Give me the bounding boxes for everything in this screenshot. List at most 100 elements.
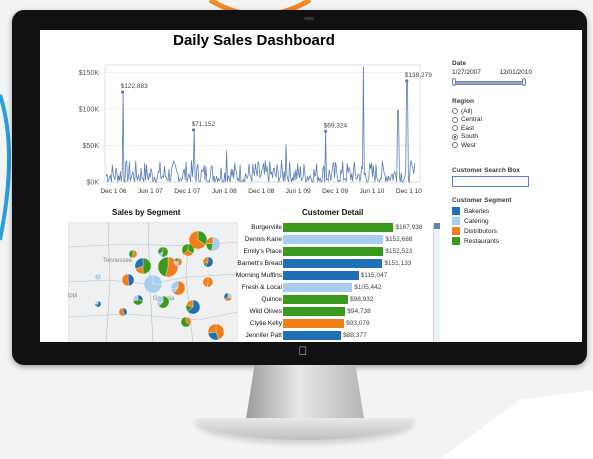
customer-name: Morning Muffins xyxy=(235,272,282,279)
customer-bar-value: $152,688 xyxy=(385,236,413,243)
region-option[interactable]: South xyxy=(452,133,482,142)
y-tick-label: $100K xyxy=(79,106,100,113)
customer-name: Fresh & Local xyxy=(241,284,282,291)
region-option-label: West xyxy=(461,141,476,149)
customer-bar-row[interactable]: Burgerville $167,938 xyxy=(200,223,422,232)
customer-bar-value: $115,047 xyxy=(360,272,388,279)
segment-pie-marker xyxy=(173,257,183,267)
region-option-label: Central xyxy=(461,116,482,124)
date-end: 12/01/2010 xyxy=(499,69,532,76)
segment-pie-marker xyxy=(157,246,169,258)
customer-name: Wild Olives xyxy=(249,308,282,315)
apple-logo-icon:  xyxy=(296,344,310,358)
customer-bar-value: $167,938 xyxy=(395,224,423,231)
customer-bar-row[interactable]: Quince $98,932 xyxy=(200,295,400,304)
date-range-slider[interactable] xyxy=(452,78,526,86)
customer-bar-row[interactable]: Dennis Kane $152,688 xyxy=(200,235,412,244)
customer-bar[interactable] xyxy=(283,331,342,340)
x-tick-label: Dec 1 10 xyxy=(396,188,422,195)
region-filter: Region (All) Central East South West xyxy=(452,98,482,150)
segment-pie-marker xyxy=(132,294,144,306)
region-option[interactable]: West xyxy=(452,141,482,150)
customer-bar[interactable] xyxy=(283,283,353,292)
segment-pie-marker xyxy=(94,300,102,308)
segment-pie-marker xyxy=(143,274,163,294)
customer-bar[interactable] xyxy=(283,235,384,244)
segment-pie-marker xyxy=(94,273,102,281)
region-option[interactable]: (All) xyxy=(452,107,482,116)
x-tick-label: Jun 1 07 xyxy=(138,188,163,195)
radio-icon[interactable] xyxy=(452,125,458,132)
x-tick-label: Dec 1 06 xyxy=(100,188,126,195)
region-option[interactable]: Central xyxy=(452,116,482,125)
customer-name: Quince xyxy=(261,296,282,303)
segment-legend: Customer Segment Bakeries Catering Distrib… xyxy=(452,197,512,246)
region-option-label: (All) xyxy=(461,107,473,115)
customer-bar-value: $94,738 xyxy=(347,308,371,315)
segment-pie-marker xyxy=(121,273,135,287)
customer-bar-row[interactable]: Morning Muffins $115,047 xyxy=(200,271,400,280)
annotation-label: $122,883 xyxy=(121,83,148,90)
customer-name: Dennis Kane xyxy=(244,236,282,243)
customer-name: Clytie Kelly xyxy=(249,320,282,327)
radio-icon[interactable] xyxy=(452,116,458,123)
region-option[interactable]: East xyxy=(452,124,482,133)
x-tick-label: Dec 1 07 xyxy=(174,188,200,195)
customer-bar[interactable] xyxy=(283,259,383,268)
customer-bar-value: $151,133 xyxy=(384,260,412,267)
customer-name: Burgerville xyxy=(251,224,282,231)
map-label: ippi xyxy=(68,293,77,299)
customer-search-input[interactable] xyxy=(452,176,529,187)
segment-legend-item[interactable]: Catering xyxy=(452,216,512,226)
annotation-label: $69,324 xyxy=(324,122,348,129)
customer-bar[interactable] xyxy=(283,319,345,328)
camera-icon xyxy=(304,17,314,20)
x-tick-label: Jun 1 08 xyxy=(212,188,237,195)
region-option-label: East xyxy=(461,124,475,132)
radio-icon[interactable] xyxy=(452,142,458,149)
customer-bar[interactable] xyxy=(283,295,348,304)
customer-bar[interactable] xyxy=(283,223,394,232)
scroll-up-icon[interactable] xyxy=(434,223,440,229)
date-label: Date xyxy=(452,60,467,67)
segment-legend-item[interactable]: Distributors xyxy=(452,226,512,236)
region-options: (All) Central East South West xyxy=(452,107,482,150)
customer-detail-scrollbar[interactable] xyxy=(433,223,440,342)
customer-bar-row[interactable]: Clytie Kelly $93,079 xyxy=(200,319,400,328)
dashboard-screen: Daily Sales Dashboard $150K $100K $50K $0K D… xyxy=(40,30,582,342)
segment-legend-label: Restaurants xyxy=(464,237,500,245)
customer-name: Emily's Place xyxy=(243,248,282,255)
customer-bar-row[interactable]: Barnett's Bread $151,133 xyxy=(200,259,411,268)
annotation-marker xyxy=(324,129,328,133)
dashboard-title: Daily Sales Dashboard xyxy=(173,32,335,49)
customer-bar[interactable] xyxy=(283,247,384,256)
customer-detail-title: Customer Detail xyxy=(302,208,364,217)
radio-icon[interactable] xyxy=(452,108,458,115)
customer-bar-row[interactable]: Fresh & Local $105,442 xyxy=(200,283,400,292)
slider-end-handle[interactable] xyxy=(522,78,526,86)
background-triangle xyxy=(440,390,593,459)
customer-bar-row[interactable]: Emily's Place $152,523 xyxy=(200,247,412,256)
customer-bar-row[interactable]: Jennifer Patt $88,377 xyxy=(200,331,400,340)
customer-bar-value: $152,523 xyxy=(385,248,413,255)
segment-pie-marker xyxy=(134,257,152,275)
plot-frame xyxy=(104,64,421,183)
customer-bar-value: $98,932 xyxy=(350,296,374,303)
segment-legend-item[interactable]: Bakeries xyxy=(452,206,512,216)
monitor-stand xyxy=(245,365,365,425)
segment-pie-marker xyxy=(118,307,128,317)
radio-icon[interactable] xyxy=(452,133,458,140)
slider-start-handle[interactable] xyxy=(452,78,456,86)
annotation-marker xyxy=(191,128,196,132)
segment-swatch xyxy=(452,227,460,235)
customer-name: Jennifer Patt xyxy=(245,332,283,339)
segment-legend-item[interactable]: Restaurants xyxy=(452,236,512,246)
customer-bar[interactable] xyxy=(283,271,359,280)
search-label: Customer Search Box xyxy=(452,167,520,174)
customer-bar[interactable] xyxy=(283,307,346,316)
segment-pie-marker xyxy=(170,280,186,296)
annotation-label: $138,279 xyxy=(405,72,432,79)
segment-pie-marker xyxy=(156,295,170,309)
customer-bar-row[interactable]: Wild Olives $94,738 xyxy=(200,307,400,316)
customer-search: Customer Search Box xyxy=(452,167,529,187)
